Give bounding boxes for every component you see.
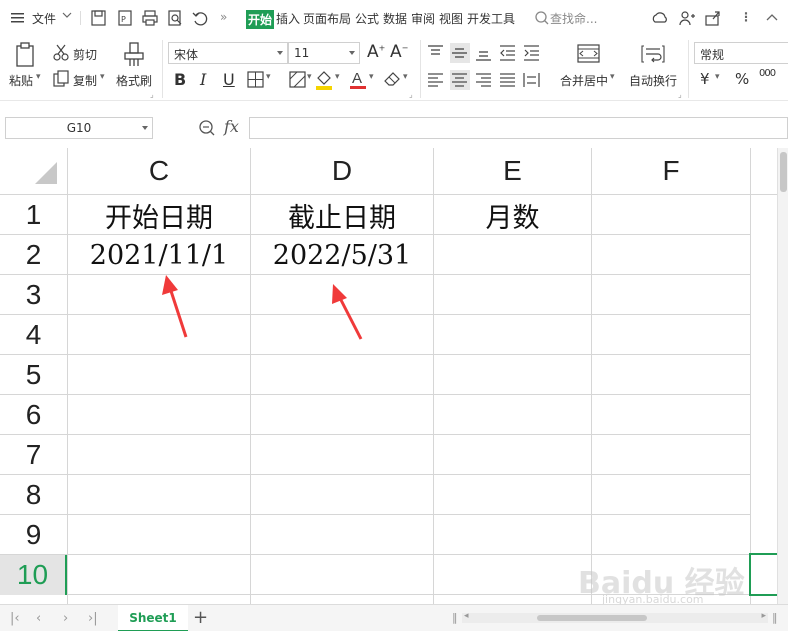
scroll-left-icon[interactable]: ◂ (464, 611, 469, 621)
annotation-arrows (162, 275, 363, 340)
tab-splitter-icon[interactable]: ‖ (452, 611, 458, 624)
sheet-tab-bar: |‹ ‹ › ›| Sheet1 + ‖ ◂ ▸ ‖ (0, 604, 788, 631)
first-sheet-icon[interactable]: |‹ (10, 611, 20, 626)
sheet-tab-sheet1[interactable]: Sheet1 (118, 605, 188, 631)
next-sheet-icon[interactable]: › (63, 611, 68, 626)
scroll-right-icon[interactable]: ▸ (761, 611, 766, 621)
last-sheet-icon[interactable]: ›| (88, 611, 98, 626)
annotation-arrow-c2 (162, 275, 188, 338)
annotation-arrow-d2 (332, 284, 363, 340)
prev-sheet-icon[interactable]: ‹ (36, 611, 41, 626)
horizontal-scroll-thumb[interactable] (537, 615, 647, 621)
splitter-icon[interactable]: ‖ (772, 611, 778, 624)
add-sheet-button[interactable]: + (193, 607, 208, 628)
horizontal-scrollbar[interactable]: ◂ ▸ (462, 611, 768, 623)
